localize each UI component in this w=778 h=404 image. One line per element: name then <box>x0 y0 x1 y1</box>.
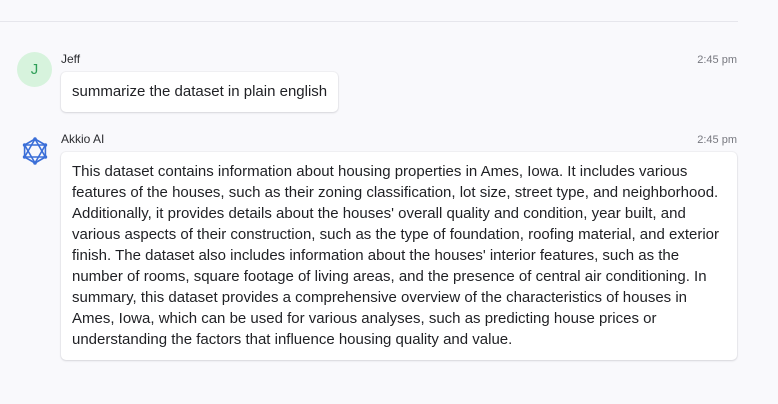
sender-name: Jeff <box>61 52 81 66</box>
avatar-initial: J <box>30 61 39 78</box>
message-bubble: This dataset contains information about … <box>61 152 737 360</box>
message-timestamp: 2:45 pm <box>697 54 737 66</box>
sender-name: Akkio AI <box>61 132 105 146</box>
message-timestamp: 2:45 pm <box>697 134 737 146</box>
user-avatar: J <box>17 52 52 87</box>
top-divider <box>0 21 738 22</box>
akkio-logo-icon <box>20 136 50 166</box>
message-bubble: summarize the dataset in plain english <box>61 72 339 112</box>
